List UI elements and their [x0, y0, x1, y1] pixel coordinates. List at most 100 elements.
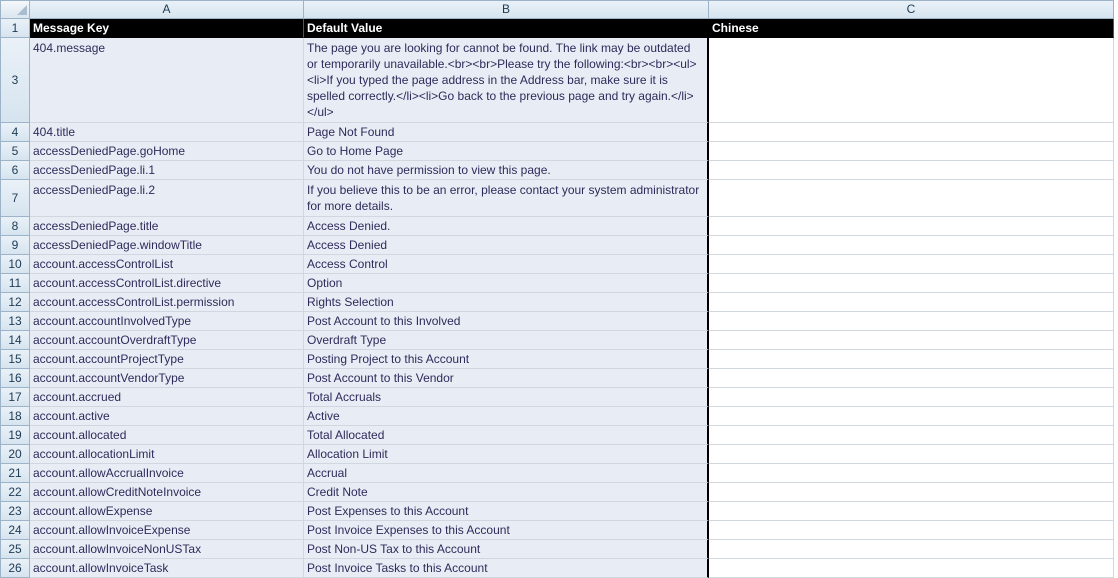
cell-C1[interactable]: Chinese	[709, 19, 1114, 38]
cell-B4[interactable]: Page Not Found	[304, 123, 709, 142]
cell-C21[interactable]	[709, 464, 1114, 483]
row-head-9[interactable]: 9	[0, 236, 30, 255]
cell-A25[interactable]: account.allowInvoiceNonUSTax	[30, 540, 304, 559]
cell-B1[interactable]: Default Value	[304, 19, 709, 38]
cell-B11[interactable]: Option	[304, 274, 709, 293]
cell-B25[interactable]: Post Non-US Tax to this Account	[304, 540, 709, 559]
cell-A1[interactable]: Message Key	[30, 19, 304, 38]
cell-C16[interactable]	[709, 369, 1114, 388]
cell-B22[interactable]: Credit Note	[304, 483, 709, 502]
cell-B23[interactable]: Post Expenses to this Account	[304, 502, 709, 521]
cell-B16[interactable]: Post Account to this Vendor	[304, 369, 709, 388]
cell-A23[interactable]: account.allowExpense	[30, 502, 304, 521]
row-head-19[interactable]: 19	[0, 426, 30, 445]
cell-A10[interactable]: account.accessControlList	[30, 255, 304, 274]
row-head-16[interactable]: 16	[0, 369, 30, 388]
cell-B13[interactable]: Post Account to this Involved	[304, 312, 709, 331]
cell-B8[interactable]: Access Denied.	[304, 217, 709, 236]
row-head-23[interactable]: 23	[0, 502, 30, 521]
cell-B24[interactable]: Post Invoice Expenses to this Account	[304, 521, 709, 540]
row-head-4[interactable]: 4	[0, 123, 30, 142]
cell-B10[interactable]: Access Control	[304, 255, 709, 274]
cell-C6[interactable]	[709, 161, 1114, 180]
row-head-26[interactable]: 26	[0, 559, 30, 578]
row-head-11[interactable]: 11	[0, 274, 30, 293]
col-head-B[interactable]: B	[304, 0, 709, 19]
row-head-24[interactable]: 24	[0, 521, 30, 540]
row-head-21[interactable]: 21	[0, 464, 30, 483]
cell-C4[interactable]	[709, 123, 1114, 142]
cell-C23[interactable]	[709, 502, 1114, 521]
cell-A20[interactable]: account.allocationLimit	[30, 445, 304, 464]
cell-B12[interactable]: Rights Selection	[304, 293, 709, 312]
row-head-8[interactable]: 8	[0, 217, 30, 236]
cell-B6[interactable]: You do not have permission to view this …	[304, 161, 709, 180]
cell-A3[interactable]: 404.message	[30, 38, 304, 123]
cell-C24[interactable]	[709, 521, 1114, 540]
cell-A21[interactable]: account.allowAccrualInvoice	[30, 464, 304, 483]
cell-A15[interactable]: account.accountProjectType	[30, 350, 304, 369]
cell-B20[interactable]: Allocation Limit	[304, 445, 709, 464]
row-head-6[interactable]: 6	[0, 161, 30, 180]
cell-B7[interactable]: If you believe this to be an error, plea…	[304, 180, 709, 217]
col-head-A[interactable]: A	[30, 0, 304, 19]
cell-A8[interactable]: accessDeniedPage.title	[30, 217, 304, 236]
cell-C9[interactable]	[709, 236, 1114, 255]
cell-C18[interactable]	[709, 407, 1114, 426]
cell-C26[interactable]	[709, 559, 1114, 578]
cell-C25[interactable]	[709, 540, 1114, 559]
cell-B19[interactable]: Total Allocated	[304, 426, 709, 445]
cell-A11[interactable]: account.accessControlList.directive	[30, 274, 304, 293]
spreadsheet-grid[interactable]: ABC 1Message KeyDefault ValueChinese 3404.…	[0, 0, 1118, 578]
cell-B14[interactable]: Overdraft Type	[304, 331, 709, 350]
select-all-corner[interactable]	[0, 0, 30, 19]
cell-A7[interactable]: accessDeniedPage.li.2	[30, 180, 304, 217]
cell-C20[interactable]	[709, 445, 1114, 464]
cell-A24[interactable]: account.allowInvoiceExpense	[30, 521, 304, 540]
cell-C19[interactable]	[709, 426, 1114, 445]
cell-B3[interactable]: The page you are looking for cannot be f…	[304, 38, 709, 123]
cell-C17[interactable]	[709, 388, 1114, 407]
row-head-13[interactable]: 13	[0, 312, 30, 331]
cell-C3[interactable]	[709, 38, 1114, 123]
row-head-17[interactable]: 17	[0, 388, 30, 407]
cell-A4[interactable]: 404.title	[30, 123, 304, 142]
row-head-10[interactable]: 10	[0, 255, 30, 274]
row-head-15[interactable]: 15	[0, 350, 30, 369]
cell-C7[interactable]	[709, 180, 1114, 217]
cell-A26[interactable]: account.allowInvoiceTask	[30, 559, 304, 578]
row-head-22[interactable]: 22	[0, 483, 30, 502]
cell-B5[interactable]: Go to Home Page	[304, 142, 709, 161]
cell-C5[interactable]	[709, 142, 1114, 161]
row-head-25[interactable]: 25	[0, 540, 30, 559]
cell-A12[interactable]: account.accessControlList.permission	[30, 293, 304, 312]
row-head-18[interactable]: 18	[0, 407, 30, 426]
cell-A6[interactable]: accessDeniedPage.li.1	[30, 161, 304, 180]
cell-A19[interactable]: account.allocated	[30, 426, 304, 445]
cell-C15[interactable]	[709, 350, 1114, 369]
cell-A14[interactable]: account.accountOverdraftType	[30, 331, 304, 350]
row-head-7[interactable]: 7	[0, 180, 30, 217]
cell-B9[interactable]: Access Denied	[304, 236, 709, 255]
col-head-C[interactable]: C	[709, 0, 1114, 19]
cell-C8[interactable]	[709, 217, 1114, 236]
cell-A5[interactable]: accessDeniedPage.goHome	[30, 142, 304, 161]
cell-C12[interactable]	[709, 293, 1114, 312]
row-head-5[interactable]: 5	[0, 142, 30, 161]
cell-C14[interactable]	[709, 331, 1114, 350]
cell-B15[interactable]: Posting Project to this Account	[304, 350, 709, 369]
cell-C11[interactable]	[709, 274, 1114, 293]
row-head-3[interactable]: 3	[0, 38, 30, 123]
cell-A9[interactable]: accessDeniedPage.windowTitle	[30, 236, 304, 255]
row-head-12[interactable]: 12	[0, 293, 30, 312]
row-head-1[interactable]: 1	[0, 19, 30, 38]
cell-C10[interactable]	[709, 255, 1114, 274]
cell-B26[interactable]: Post Invoice Tasks to this Account	[304, 559, 709, 578]
cell-A22[interactable]: account.allowCreditNoteInvoice	[30, 483, 304, 502]
cell-A13[interactable]: account.accountInvolvedType	[30, 312, 304, 331]
row-head-20[interactable]: 20	[0, 445, 30, 464]
cell-A17[interactable]: account.accrued	[30, 388, 304, 407]
cell-C22[interactable]	[709, 483, 1114, 502]
row-head-14[interactable]: 14	[0, 331, 30, 350]
cell-B18[interactable]: Active	[304, 407, 709, 426]
